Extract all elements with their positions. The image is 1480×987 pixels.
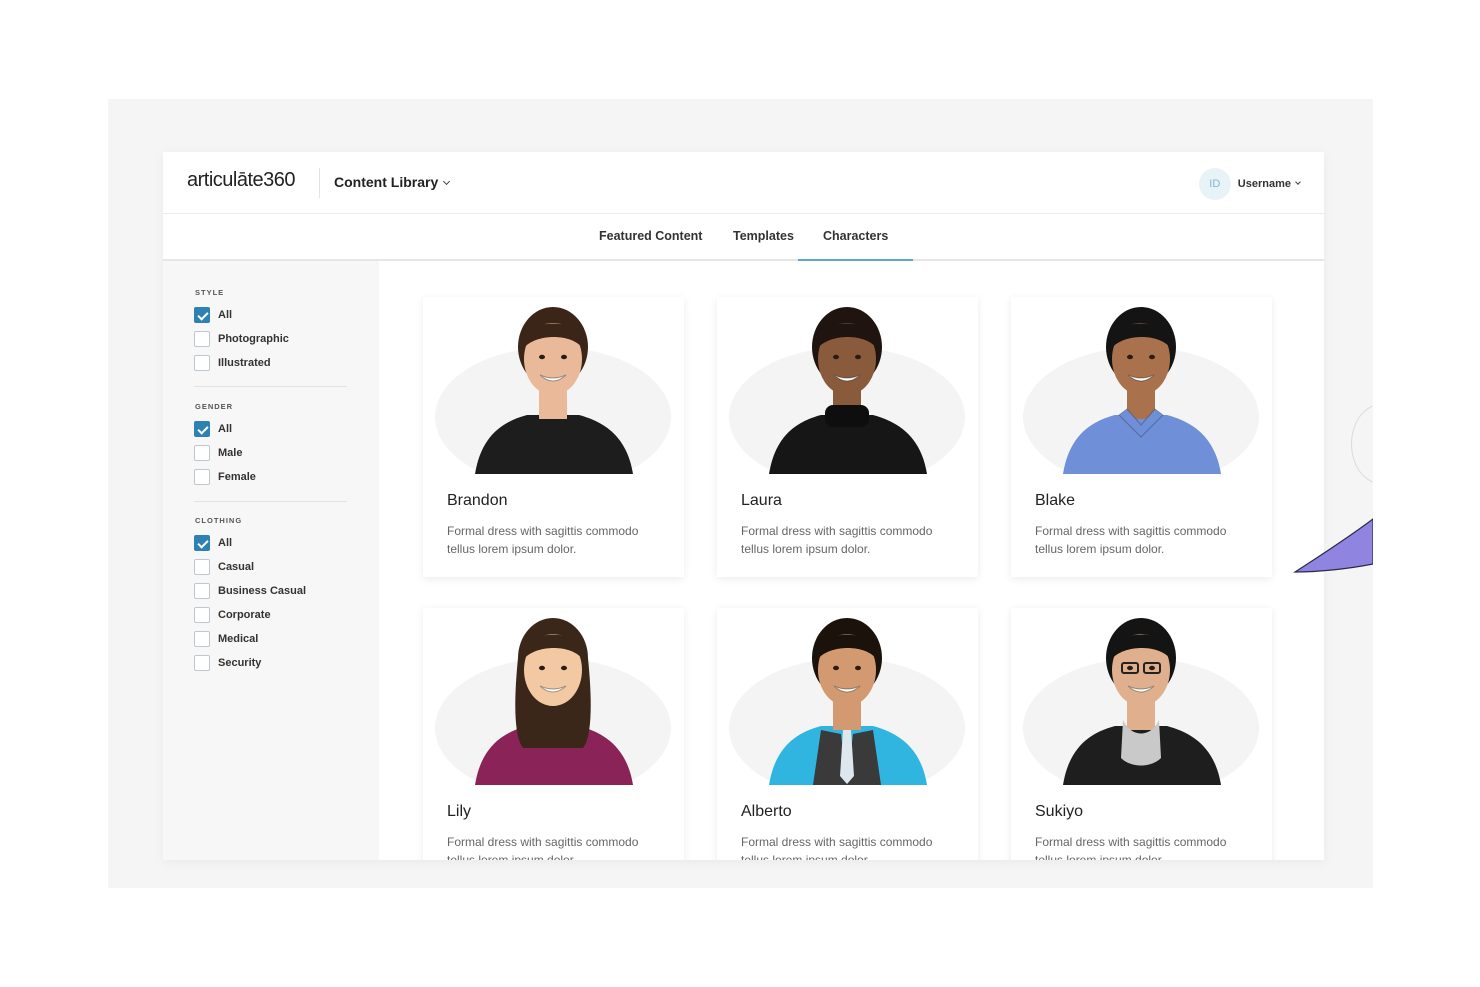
filter-clothing-all[interactable]: All [194, 535, 232, 551]
character-portrait [717, 297, 978, 474]
filter-group-title-style: STYLE [195, 288, 225, 297]
portrait-illustration [435, 307, 671, 474]
avatar: ID [1198, 168, 1231, 200]
character-name: Lily [447, 803, 472, 820]
filter-label: Male [218, 447, 243, 459]
tab-featured-content[interactable]: Featured Content [599, 229, 702, 243]
character-card[interactable]: Lily Formal dress with sagittis commodo … [423, 608, 684, 860]
character-name: Alberto [741, 803, 792, 820]
filter-gender-female[interactable]: Female [194, 469, 256, 485]
portrait-illustration [435, 618, 671, 785]
filter-style-illustrated[interactable]: Illustrated [194, 355, 271, 371]
character-portrait [1011, 608, 1272, 785]
filter-divider [194, 501, 347, 502]
logo-number: 360 [263, 169, 296, 191]
checkbox[interactable] [194, 559, 210, 575]
character-description: Formal dress with sagittis commodo tellu… [1035, 524, 1227, 556]
checkbox-checked[interactable] [194, 421, 210, 437]
character-portrait [423, 297, 684, 474]
filter-gender-male[interactable]: Male [194, 445, 242, 461]
filter-label: Illustrated [218, 357, 271, 369]
character-name: Brandon [447, 492, 508, 509]
presentation-backdrop: articulāte360 Content Library ID Usernam… [108, 99, 1373, 888]
checkbox-checked[interactable] [194, 535, 210, 551]
filter-label: All [218, 423, 233, 435]
filter-label: Medical [218, 633, 259, 645]
filter-clothing-business-casual[interactable]: Business Casual [194, 583, 306, 599]
filter-label: Business Casual [218, 585, 307, 597]
filter-group-title-clothing: CLOTHING [195, 516, 243, 525]
character-name: Blake [1035, 492, 1076, 509]
checkbox[interactable] [194, 331, 210, 347]
chevron-down-icon [443, 177, 451, 186]
checkbox[interactable] [194, 607, 210, 623]
character-description: Formal dress with sagittis commodo tellu… [741, 835, 933, 860]
filter-label: All [218, 309, 233, 321]
filter-label: Corporate [218, 609, 271, 621]
character-portrait [717, 608, 978, 785]
checkbox-checked[interactable] [194, 307, 210, 323]
checkbox[interactable] [194, 631, 210, 647]
filter-gender-all[interactable]: All [194, 421, 232, 437]
tab-characters[interactable]: Characters [823, 229, 888, 243]
decorative-ring [1351, 404, 1373, 484]
filter-style-all[interactable]: All [194, 307, 232, 323]
username-label: Username [1237, 178, 1291, 190]
header-divider [319, 168, 320, 198]
character-card[interactable]: Blake Formal dress with sagittis commodo… [1011, 297, 1272, 577]
filter-label: Casual [218, 561, 255, 573]
chevron-down-icon [1295, 179, 1301, 185]
filter-clothing-corporate[interactable]: Corporate [194, 607, 271, 623]
checkbox[interactable] [194, 583, 210, 599]
checkbox[interactable] [194, 445, 210, 461]
character-name: Sukiyo [1035, 803, 1084, 820]
checkbox[interactable] [194, 469, 210, 485]
character-description: Formal dress with sagittis commodo tellu… [447, 524, 639, 556]
tab-templates[interactable]: Templates [733, 229, 794, 243]
checkbox[interactable] [194, 355, 210, 371]
filter-label: Female [218, 471, 256, 483]
filter-group-title-gender: GENDER [195, 402, 234, 411]
filter-clothing-medical[interactable]: Medical [194, 631, 258, 647]
character-card[interactable]: Alberto Formal dress with sagittis commo… [717, 608, 978, 860]
filter-divider [194, 386, 347, 387]
user-menu[interactable]: ID Username [1198, 168, 1301, 200]
filter-label: Photographic [218, 333, 289, 345]
content-library-label: Content Library [334, 174, 439, 190]
content-tabs: Featured Content Templates Characters [163, 214, 1324, 261]
top-navigation-bar: articulāte360 Content Library ID Usernam… [163, 152, 1324, 214]
character-description: Formal dress with sagittis commodo tellu… [447, 835, 639, 860]
filter-style-photographic[interactable]: Photographic [194, 331, 289, 347]
portrait-illustration [729, 307, 965, 474]
character-card[interactable]: Laura Formal dress with sagittis commodo… [717, 297, 978, 577]
portrait-illustration [729, 618, 965, 785]
portrait-illustration [1023, 618, 1259, 785]
active-tab-indicator [798, 259, 913, 261]
character-name: Laura [741, 492, 782, 509]
content-library-dropdown[interactable]: Content Library [334, 174, 451, 190]
filter-clothing-casual[interactable]: Casual [194, 559, 254, 575]
checkbox[interactable] [194, 655, 210, 671]
character-description: Formal dress with sagittis commodo tellu… [1035, 835, 1227, 860]
character-portrait [1011, 297, 1272, 474]
filter-sidebar: STYLE All Photographic Illustrated GENDE… [163, 261, 379, 860]
character-card[interactable]: Sukiyo Formal dress with sagittis commod… [1011, 608, 1272, 860]
character-card[interactable]: Brandon Formal dress with sagittis commo… [423, 297, 684, 577]
logo-word: articulāte [187, 169, 264, 191]
filter-label: All [218, 537, 233, 549]
decorative-purple-shape [1293, 518, 1373, 573]
articulate-360-logo[interactable]: articulāte360 [187, 169, 296, 192]
portrait-illustration [1023, 307, 1259, 474]
app-window: articulāte360 Content Library ID Usernam… [163, 152, 1324, 860]
character-description: Formal dress with sagittis commodo tellu… [741, 524, 933, 556]
character-portrait [423, 608, 684, 785]
filter-clothing-security[interactable]: Security [194, 655, 261, 671]
filter-label: Security [218, 657, 262, 669]
